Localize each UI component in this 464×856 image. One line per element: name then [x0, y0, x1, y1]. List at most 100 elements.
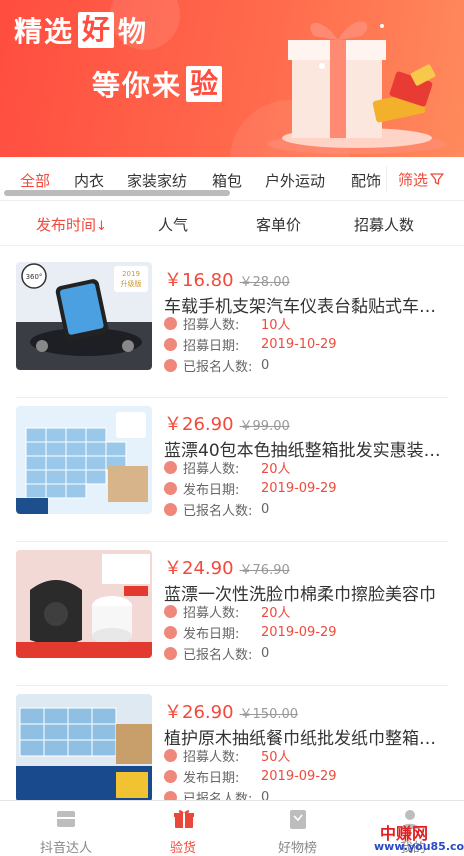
original-price: ￥28.00: [239, 275, 290, 290]
price: ￥26.90: [164, 702, 234, 723]
banner-highlight: 验: [186, 66, 223, 102]
meta-value: 0: [261, 501, 270, 517]
meta-value: 2019-09-29: [261, 624, 337, 640]
banner-text: 等你来: [92, 69, 183, 102]
meta-label: 招募日期:: [183, 338, 240, 354]
meta-label: 已报名人数:: [183, 647, 253, 663]
signed-count-row: 已报名人数: 0: [164, 644, 270, 663]
tab-label: 验货: [170, 841, 197, 856]
banner-title-line2: 等你来 验: [92, 66, 226, 102]
sort-popularity[interactable]: 人气: [158, 214, 188, 235]
date-row: 发布日期: 2019-09-29: [164, 767, 337, 786]
meta-value: 50人: [261, 749, 291, 765]
date-row: 招募日期: 2019-10-29: [164, 335, 337, 354]
svg-text:360°: 360°: [26, 273, 43, 281]
person-icon: [164, 460, 177, 474]
price: ￥16.80: [164, 270, 234, 291]
watermark-url: www.you85.com: [374, 840, 464, 853]
signed-count-row: 已报名人数: 0: [164, 356, 270, 375]
original-price: ￥99.00: [239, 419, 290, 434]
clock-icon: [164, 337, 177, 351]
meta-value: 20人: [261, 605, 291, 621]
filter-button[interactable]: 筛选: [398, 169, 444, 189]
date-row: 发布日期: 2019-09-29: [164, 479, 337, 498]
meta-value: 20人: [261, 461, 291, 477]
sort-publish-time[interactable]: 发布时间↓: [36, 214, 107, 235]
clock-icon: [164, 625, 177, 639]
clock-icon: [164, 769, 177, 783]
banner-highlight: 好: [78, 12, 115, 48]
horizontal-scrollbar[interactable]: [4, 190, 230, 196]
meta-value: 2019-09-29: [261, 768, 337, 784]
clock-icon: [164, 481, 177, 495]
svg-text:升级版: 升级版: [121, 279, 142, 288]
storefront-icon: [57, 811, 75, 827]
sort-order-value[interactable]: 客单价: [256, 214, 301, 235]
tab-all[interactable]: 全部: [20, 170, 50, 191]
meta-value: 0: [261, 357, 270, 373]
product-item[interactable]: ￥24.90 ￥76.90 蓝漂一次性洗脸巾棉柔巾擦脸美容巾 招募人数: 20人…: [16, 550, 448, 686]
price-row: ￥24.90 ￥76.90: [164, 554, 290, 580]
price-row: ￥26.90 ￥99.00: [164, 410, 290, 436]
recruit-count-row: 招募人数: 20人: [164, 458, 291, 477]
original-price: ￥76.90: [239, 563, 290, 578]
divider: [386, 166, 387, 192]
original-price: ￥150.00: [239, 707, 299, 722]
person-icon: [164, 646, 177, 660]
recruit-count-row: 招募人数: 50人: [164, 746, 291, 765]
filter-label: 筛选: [398, 170, 429, 189]
signed-count-row: 已报名人数: 0: [164, 500, 270, 519]
meta-label: 招募人数:: [183, 749, 240, 765]
recruit-count-row: 招募人数: 20人: [164, 602, 291, 621]
product-item[interactable]: ￥26.90 ￥99.00 蓝漂40包本色抽纸整箱批发实惠装家用 招募人数: 2…: [16, 406, 448, 542]
banner-title-line1: 精选 好 物: [14, 12, 148, 48]
meta-value: 2019-09-29: [261, 480, 337, 496]
product-image: [16, 694, 152, 802]
meta-label: 发布日期:: [183, 626, 240, 642]
sort-recruit-count[interactable]: 招募人数: [354, 214, 414, 235]
price: ￥24.90: [164, 558, 234, 579]
person-icon: [164, 502, 177, 516]
meta-value: 10人: [261, 317, 291, 333]
tab-douyin-influencer[interactable]: 抖音达人: [8, 801, 124, 856]
sort-label: 发布时间: [36, 216, 97, 234]
tab-inspect-goods[interactable]: 验货: [124, 801, 240, 856]
tab-accessories[interactable]: 配饰: [351, 170, 381, 191]
date-row: 发布日期: 2019-09-29: [164, 623, 337, 642]
tab-outdoor-sports[interactable]: 户外运动: [265, 170, 325, 191]
promo-banner[interactable]: 精选 好 物 等你来 验: [0, 0, 464, 157]
product-image: [16, 406, 152, 514]
meta-label: 招募人数:: [183, 317, 240, 333]
recruit-count-row: 招募人数: 10人: [164, 314, 291, 333]
banner-text: 物: [118, 15, 149, 48]
arrow-down-icon: ↓: [96, 219, 107, 234]
tab-underwear[interactable]: 内衣: [74, 170, 104, 191]
person-icon: [164, 358, 177, 372]
gift-icon: [174, 810, 194, 828]
meta-label: 发布日期:: [183, 770, 240, 786]
meta-label: 已报名人数:: [183, 359, 253, 375]
meta-label: 已报名人数:: [183, 503, 253, 519]
product-image: [16, 550, 152, 658]
tab-good-products-rank[interactable]: 好物榜: [240, 801, 356, 856]
price: ￥26.90: [164, 414, 234, 435]
person-icon: [164, 604, 177, 618]
meta-value: 2019-10-29: [261, 336, 337, 352]
funnel-icon: [430, 173, 444, 185]
svg-text:2019: 2019: [122, 270, 140, 278]
tab-home-textile[interactable]: 家装家纺: [127, 170, 187, 191]
product-item[interactable]: 360° 2019 升级版 ￥16.80 ￥28.00 车载手机支架汽车仪表台黏…: [16, 262, 448, 398]
product-image: 360° 2019 升级版: [16, 262, 152, 370]
meta-value: 0: [261, 645, 270, 661]
price-row: ￥16.80 ￥28.00: [164, 266, 290, 292]
gift-box-illustration: [267, 21, 447, 154]
meta-label: 招募人数:: [183, 461, 240, 477]
price-row: ￥26.90 ￥150.00: [164, 698, 298, 724]
person-icon: [164, 748, 177, 762]
person-icon: [164, 316, 177, 330]
tab-bags[interactable]: 箱包: [212, 170, 242, 191]
banner-text: 精选: [14, 15, 75, 48]
tab-label: 好物榜: [278, 841, 318, 856]
meta-label: 发布日期:: [183, 482, 240, 498]
tab-label: 抖音达人: [40, 841, 93, 856]
